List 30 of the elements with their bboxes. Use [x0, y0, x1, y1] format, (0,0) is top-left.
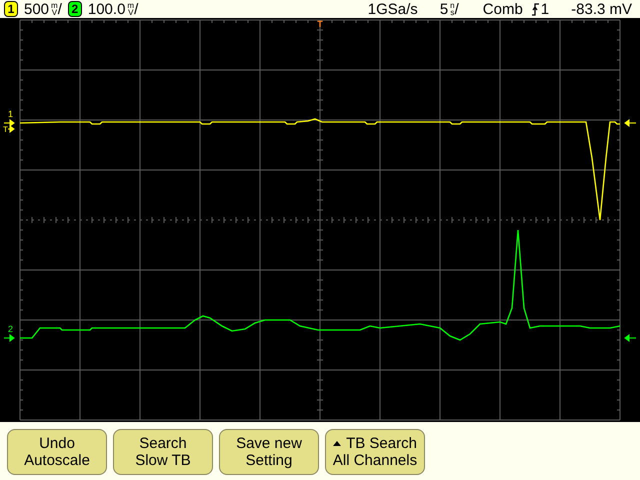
softkey-button[interactable]: Undo Autoscale: [7, 429, 107, 475]
trigger-level: -83.3 mV: [571, 0, 632, 18]
offset-arrow-icon: [624, 120, 636, 126]
ground-arrow-icon: [4, 334, 15, 342]
volts-unit: m V: [51, 2, 58, 16]
time-unit: n s: [450, 2, 455, 16]
softkey-button[interactable]: Save new Setting: [219, 429, 319, 475]
channel-marker-label: 1: [8, 109, 14, 119]
softkey-button[interactable]: Search Slow TB: [113, 429, 213, 475]
triangle-icon: [333, 441, 342, 446]
sample-rate: 1GSa/s: [368, 0, 418, 18]
channel-badge[interactable]: 1: [4, 1, 18, 17]
trigger-arrow-icon: [8, 126, 15, 132]
offset-arrow-icon: [624, 334, 636, 342]
per-division-slash: /: [134, 0, 138, 18]
trigger-source: 1: [540, 0, 550, 18]
channel-marker-label: 2: [8, 324, 14, 334]
softkey-button[interactable]: TB Search All Channels: [325, 429, 425, 475]
trigger-mode: Comb: [482, 0, 523, 18]
trigger-position-marker: T: [317, 19, 323, 29]
volts-unit: m V: [127, 2, 134, 16]
trigger-level-label: T: [3, 125, 8, 134]
rising-edge-icon: [530, 2, 540, 16]
time-per-division: 5: [440, 0, 448, 18]
ground-arrow-icon: [4, 120, 15, 126]
volts-per-division: 500: [24, 0, 50, 18]
volts-per-division: 100.0: [88, 0, 126, 18]
channel-badge[interactable]: 2: [68, 1, 82, 17]
per-division-slash: /: [454, 0, 459, 18]
per-division-slash: /: [58, 0, 62, 18]
